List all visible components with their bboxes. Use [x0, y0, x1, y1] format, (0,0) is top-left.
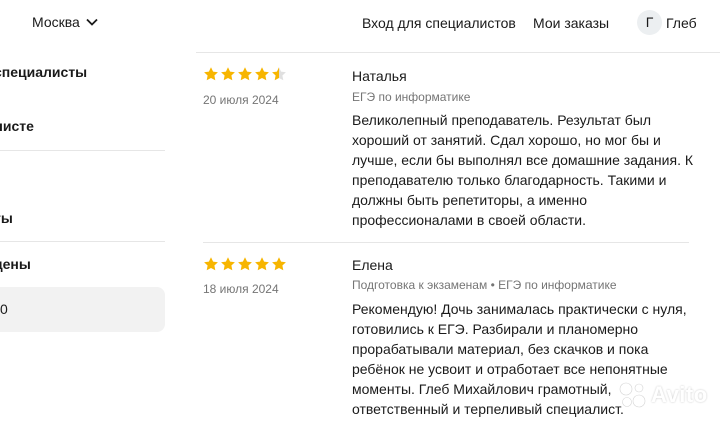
- review-service: Подготовка к экзаменам • ЕГЭ по информат…: [352, 278, 617, 292]
- city-label: Москва: [32, 14, 80, 30]
- star-icon: [272, 67, 286, 81]
- avito-watermark: Avito: [617, 380, 708, 410]
- top-header: Москва Вход для специалистов Мои заказы …: [0, 0, 720, 46]
- review-rating-stars: [203, 256, 287, 272]
- star-icon: [255, 67, 269, 81]
- review-rating-stars: [203, 66, 287, 82]
- user-name[interactable]: Глеб: [666, 15, 697, 31]
- star-icon: [204, 67, 218, 81]
- star-icon: [221, 67, 235, 81]
- review-author-name: Наталья: [352, 68, 407, 84]
- review-date: 20 июля 2024: [203, 93, 279, 107]
- star-icon: [238, 257, 252, 271]
- sidebar-item-list[interactable]: листе: [0, 118, 34, 134]
- sidebar-item-prices[interactable]: цены: [0, 256, 31, 272]
- watermark-text: Avito: [651, 382, 708, 407]
- avatar[interactable]: Г: [637, 10, 662, 35]
- sidebar-price-field[interactable]: 0: [0, 287, 165, 332]
- star-icon: [272, 257, 286, 271]
- star-icon: [238, 67, 252, 81]
- my-orders-link[interactable]: Мои заказы: [533, 15, 609, 31]
- review-service: ЕГЭ по информатике: [352, 90, 471, 104]
- city-selector[interactable]: Москва: [32, 14, 98, 30]
- star-icon: [221, 257, 235, 271]
- reviews-top-divider: [196, 52, 720, 53]
- specialists-login-link[interactable]: Вход для специалистов: [362, 15, 516, 31]
- chevron-down-icon: [86, 18, 98, 26]
- sidebar-field-value: 0: [0, 301, 8, 317]
- review-author-name: Елена: [352, 257, 393, 273]
- star-icon: [255, 257, 269, 271]
- review-divider: [203, 242, 689, 243]
- star-icon: [204, 257, 218, 271]
- sidebar-divider: [0, 241, 165, 242]
- sidebar-item-ty[interactable]: ты: [0, 210, 13, 226]
- review-text: Великолепный преподаватель. Результат бы…: [352, 112, 694, 228]
- sidebar-divider: [0, 150, 165, 151]
- review-date: 18 июля 2024: [203, 282, 279, 296]
- sidebar-item-specialists[interactable]: специалисты: [0, 64, 87, 80]
- avito-dots-icon: [619, 382, 646, 408]
